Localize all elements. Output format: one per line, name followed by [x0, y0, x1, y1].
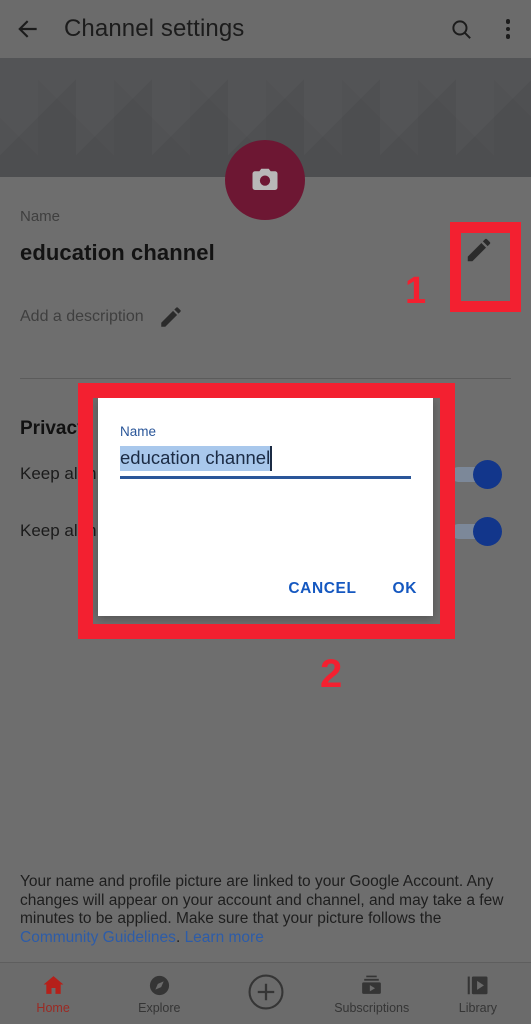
- footnote-text: Your name and profile picture are linked…: [20, 873, 511, 947]
- pencil-icon[interactable]: [158, 304, 184, 330]
- nav-label-home: Home: [36, 1000, 70, 1015]
- settings-content: Name education channel Add a description: [0, 177, 531, 379]
- arrow-left-icon: [18, 20, 37, 38]
- privacy-row-label: Keep al m: [20, 464, 97, 483]
- name-field-label: Name: [20, 208, 61, 225]
- back-button[interactable]: [0, 0, 56, 58]
- section-divider: [20, 378, 511, 379]
- edit-name-dialog: Name education channel CANCEL OK: [98, 398, 433, 616]
- nav-item-create[interactable]: [212, 963, 318, 1024]
- nav-item-subscriptions[interactable]: Subscriptions: [319, 963, 425, 1024]
- search-button[interactable]: [437, 0, 485, 58]
- page-title: Channel settings: [64, 15, 245, 42]
- community-guidelines-link[interactable]: Community Guidelines: [20, 929, 176, 946]
- privacy-section-title: Privacy: [20, 418, 88, 439]
- nav-label-library: Library: [458, 1000, 498, 1015]
- privacy-toggle[interactable]: [451, 517, 507, 546]
- search-icon: [451, 19, 471, 39]
- overflow-menu-button[interactable]: [485, 0, 531, 58]
- edit-name-button[interactable]: [456, 227, 502, 273]
- nav-label-subscriptions: Subscriptions: [334, 1000, 410, 1015]
- dialog-name-input[interactable]: education channel: [120, 446, 411, 479]
- dialog-name-input-value: education channel: [120, 446, 273, 471]
- description-row[interactable]: Add a description: [20, 266, 511, 330]
- toggle-thumb: [473, 460, 502, 489]
- more-vertical-icon: [505, 19, 511, 39]
- app-bar: Channel settings: [0, 0, 531, 58]
- channel-name-value: education channel: [20, 240, 215, 265]
- learn-more-link[interactable]: Learn more: [185, 929, 264, 946]
- pencil-icon: [467, 238, 491, 262]
- annotation-marker-2: 2: [320, 652, 343, 696]
- plus-circle-icon: [248, 974, 283, 1010]
- footnote-part-1: Your name and profile picture are linked…: [20, 873, 504, 928]
- footnote-part-2: .: [175, 928, 185, 946]
- cancel-button[interactable]: CANCEL: [288, 580, 356, 598]
- nav-item-home[interactable]: Home: [0, 963, 106, 1024]
- bottom-navigation: Home Explore Subscriptions Library: [0, 962, 531, 1024]
- home-icon: [43, 975, 63, 994]
- app-screen: Channel settings Name education channel …: [0, 0, 531, 1024]
- dialog-field-label: Name: [120, 424, 157, 439]
- nav-item-explore[interactable]: Explore: [106, 963, 212, 1024]
- library-icon: [468, 976, 488, 994]
- annotation-marker-1: 1: [405, 270, 427, 312]
- nav-label-explore: Explore: [138, 1000, 181, 1015]
- toggle-thumb: [473, 517, 502, 546]
- compass-icon: [149, 975, 169, 995]
- privacy-row-label: Keep al m: [20, 521, 97, 540]
- privacy-toggle[interactable]: [451, 460, 507, 489]
- ok-button[interactable]: OK: [393, 580, 417, 598]
- nav-item-library[interactable]: Library: [425, 963, 531, 1024]
- input-underline: [120, 476, 411, 479]
- channel-banner[interactable]: [0, 58, 531, 220]
- description-label: Add a description: [20, 308, 144, 325]
- dialog-actions: CANCEL OK: [288, 580, 417, 598]
- subscriptions-icon: [362, 975, 382, 994]
